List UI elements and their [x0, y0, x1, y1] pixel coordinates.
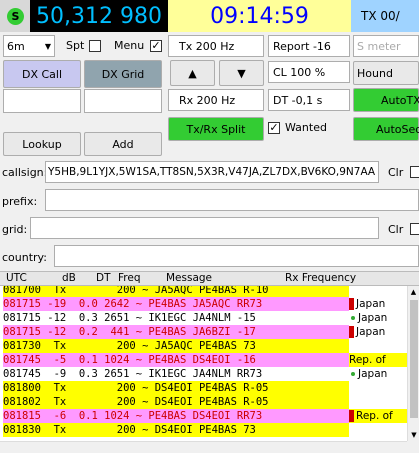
flag-marker-icon	[349, 410, 354, 422]
rx-freq-spinbox[interactable]: Rx 200 Hz	[168, 89, 264, 111]
tx-freq-spinbox[interactable]: Tx 200 Hz	[168, 35, 264, 57]
rx-frequency-cell[interactable]: Japan	[349, 311, 407, 325]
down-arrow-button[interactable]: ▼	[219, 60, 264, 86]
autotx-button[interactable]: AutoTX	[353, 88, 419, 112]
grid-input[interactable]	[30, 217, 379, 239]
rx-frequency-cell[interactable]	[349, 381, 407, 395]
band-select[interactable]: 6m ▼	[3, 35, 55, 57]
up-arrow-button[interactable]: ▲	[170, 60, 215, 86]
scroll-up-icon[interactable]: ▲	[408, 286, 419, 298]
menu-label: Menu	[114, 39, 145, 52]
add-button[interactable]: Add	[84, 132, 162, 156]
table-row[interactable]: 081730 Tx 200 ~ JA5AQC PE4BAS 73	[3, 339, 349, 353]
dx-call-button[interactable]: DX Call	[3, 60, 81, 88]
table-row[interactable]: 081802 Tx 200 ~ DS4EOI PE4BAS R-05	[3, 395, 349, 409]
rx-frequency-text: Rep. of	[356, 410, 393, 422]
rx-frequency-cell[interactable]	[349, 395, 407, 409]
table-row[interactable]: 081715 -19 0.0 2642 ~ PE4BAS JA5AQC RR73	[3, 297, 349, 311]
rx-frequency-text: Japan	[358, 368, 388, 380]
spt-label: Spt	[66, 39, 85, 52]
table-row[interactable]: 081700 Tx 200 ~ JA5AQC PE4BAS R-10	[3, 286, 349, 297]
rx-frequency-text: Japan	[356, 298, 386, 310]
table-row[interactable]: 081715 -12 0.3 2651 ~ IK1EGC JA4NLM -15	[3, 311, 349, 325]
cl-spinbox[interactable]: CL 100 %	[268, 61, 350, 83]
table-row[interactable]: 081815 -6 0.1 1024 ~ PE4BAS DS4EOI RR73	[3, 409, 349, 423]
grid-clr-checkbox[interactable]	[410, 223, 419, 235]
column-header-freq[interactable]: Freq	[118, 272, 141, 285]
dot-marker-icon	[351, 372, 355, 376]
column-header-db[interactable]: dB	[62, 272, 76, 285]
scroll-down-icon[interactable]: ▼	[408, 429, 419, 441]
table-row[interactable]: 081830 Tx 200 ~ DS4EOI PE4BAS 73	[3, 423, 349, 437]
tx-rx-split-button[interactable]: Tx/Rx Split	[168, 117, 264, 141]
dot-marker-icon	[351, 316, 355, 320]
callsign-clr-checkbox[interactable]	[410, 166, 419, 178]
rx-frequency-cell[interactable]	[349, 423, 407, 437]
horizontal-scrollbar[interactable]	[0, 441, 407, 453]
rx-frequency-text: Japan	[358, 312, 388, 324]
column-header-utc[interactable]: UTC	[6, 272, 27, 285]
country-input[interactable]	[54, 245, 419, 267]
report-spinbox[interactable]: Report -16	[268, 35, 350, 57]
spt-checkbox[interactable]	[89, 40, 101, 52]
rx-frequency-text: Rep. of	[349, 354, 386, 366]
dial-frequency-display: 50,312 980	[30, 0, 168, 32]
band-value: 6m	[7, 39, 25, 53]
status-indicator: S	[0, 0, 30, 32]
rx-frequency-cell[interactable]: Japan	[349, 325, 407, 339]
table-row[interactable]: 081800 Tx 200 ~ DS4EOI PE4BAS R-05	[3, 381, 349, 395]
lookup-button[interactable]: Lookup	[3, 132, 81, 156]
wanted-label: Wanted	[285, 121, 327, 134]
hound-button[interactable]: Hound	[353, 61, 419, 85]
column-header-dt[interactable]: DT	[96, 272, 111, 285]
flag-marker-icon	[349, 326, 354, 338]
callsign-label: callsign:	[2, 166, 48, 179]
column-header-rx-frequency[interactable]: Rx Frequency	[285, 272, 356, 285]
prefix-label: prefix:	[2, 195, 38, 208]
menu-checkbox[interactable]: ✓	[150, 40, 162, 52]
status-icon: S	[7, 8, 24, 25]
dt-spinbox[interactable]: DT -0,1 s	[268, 89, 350, 111]
table-header: UTC dB DT Freq Message Rx Frequency	[0, 271, 419, 286]
column-header-message[interactable]: Message	[166, 272, 212, 285]
scroll-thumb[interactable]	[410, 300, 418, 418]
rx-frequency-cell[interactable]: Rep. of	[349, 353, 407, 367]
prefix-input[interactable]	[45, 189, 419, 211]
table-row[interactable]: 081745 -5 0.1 1024 ~ PE4BAS DS4EOI -16	[3, 353, 349, 367]
rx-frequency-cell[interactable]: Rep. of	[349, 409, 407, 423]
grid-label: grid:	[2, 223, 28, 236]
callsign-clr-label: Clr	[388, 166, 404, 179]
dx-grid-button[interactable]: DX Grid	[84, 60, 162, 88]
tx-status-display: TX 00/	[351, 0, 419, 32]
wanted-checkbox[interactable]: ✓	[268, 122, 280, 134]
table-row[interactable]: 081745 -9 0.3 2651 ~ IK1EGC JA4NLM RR73	[3, 367, 349, 381]
chevron-down-icon: ▼	[44, 41, 51, 51]
callsign-input[interactable]: Y5HB,9L1YJX,5W1SA,TT8SN,5X3R,V47JA,ZL7DX…	[45, 161, 379, 183]
dx-call-input[interactable]	[3, 89, 81, 113]
country-label: country:	[2, 251, 47, 264]
rx-frequency-cell[interactable]	[349, 339, 407, 353]
rx-frequency-text: Japan	[356, 326, 386, 338]
rx-frequency-cell[interactable]: Japan	[349, 367, 407, 381]
table-row[interactable]: 081715 -12 0.2 441 ~ PE4BAS JA6BZI -17	[3, 325, 349, 339]
autoseq-button[interactable]: AutoSeq	[353, 117, 419, 141]
s-meter-field: S meter	[353, 35, 419, 57]
flag-marker-icon	[349, 298, 354, 310]
utc-clock-display: 09:14:59	[168, 0, 351, 32]
rx-frequency-cell[interactable]	[349, 286, 407, 297]
decode-list: 081700 Tx 200 ~ JA5AQC PE4BAS R-10 081715…	[0, 286, 407, 441]
dx-grid-input[interactable]	[84, 89, 162, 113]
vertical-scrollbar[interactable]: ▲ ▼	[407, 286, 419, 441]
grid-clr-label: Clr	[388, 223, 404, 236]
rx-frequency-cell[interactable]: Japan	[349, 297, 407, 311]
